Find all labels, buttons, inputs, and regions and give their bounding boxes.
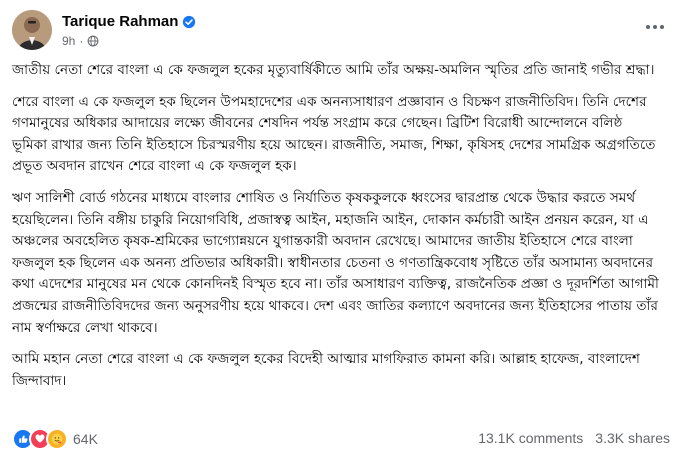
care-reaction-icon bbox=[46, 428, 68, 450]
post-header: Tarique Rahman 9h · bbox=[12, 10, 672, 54]
post-paragraph: ঋণ সালিশী বোর্ড গঠনের মাধ্যমে বাংলার শোষ… bbox=[12, 189, 659, 336]
post-paragraph: শেরে বাংলা এ কে ফজলুল হক ছিলেন উপমহাদেশে… bbox=[12, 93, 656, 175]
post-meta: 9h · bbox=[62, 34, 99, 48]
author-row: Tarique Rahman bbox=[62, 13, 196, 30]
post-footer: 64K 13.1K comments 3.3K shares bbox=[12, 428, 670, 452]
post-timestamp[interactable]: 9h bbox=[62, 34, 75, 48]
reactions-summary[interactable]: 64K bbox=[12, 428, 98, 450]
meta-separator: · bbox=[79, 34, 84, 48]
verified-badge-icon bbox=[183, 15, 196, 28]
avatar[interactable] bbox=[12, 10, 52, 50]
post-paragraph: আমি মহান নেতা শেরে বাংলা এ কে ফজলুল হকের… bbox=[12, 351, 640, 389]
facebook-post: Tarique Rahman 9h · জাতীয় নেতা শেরে বাং… bbox=[0, 0, 682, 454]
post-paragraph: জাতীয় নেতা শেরে বাংলা এ কে ফজলুল হকের ম… bbox=[12, 62, 655, 78]
reactions-count[interactable]: 64K bbox=[73, 431, 98, 447]
comments-count[interactable]: 13.1K comments bbox=[478, 430, 583, 446]
post-body: জাতীয় নেতা শেরে বাংলা এ কে ফজলুল হকের ম… bbox=[12, 60, 660, 402]
avatar-image bbox=[12, 10, 52, 50]
more-options-icon[interactable] bbox=[638, 12, 672, 42]
globe-icon[interactable] bbox=[87, 35, 99, 47]
author-name[interactable]: Tarique Rahman bbox=[62, 13, 178, 30]
shares-count[interactable]: 3.3K shares bbox=[595, 430, 670, 446]
engagement-counts: 13.1K comments 3.3K shares bbox=[478, 430, 670, 446]
